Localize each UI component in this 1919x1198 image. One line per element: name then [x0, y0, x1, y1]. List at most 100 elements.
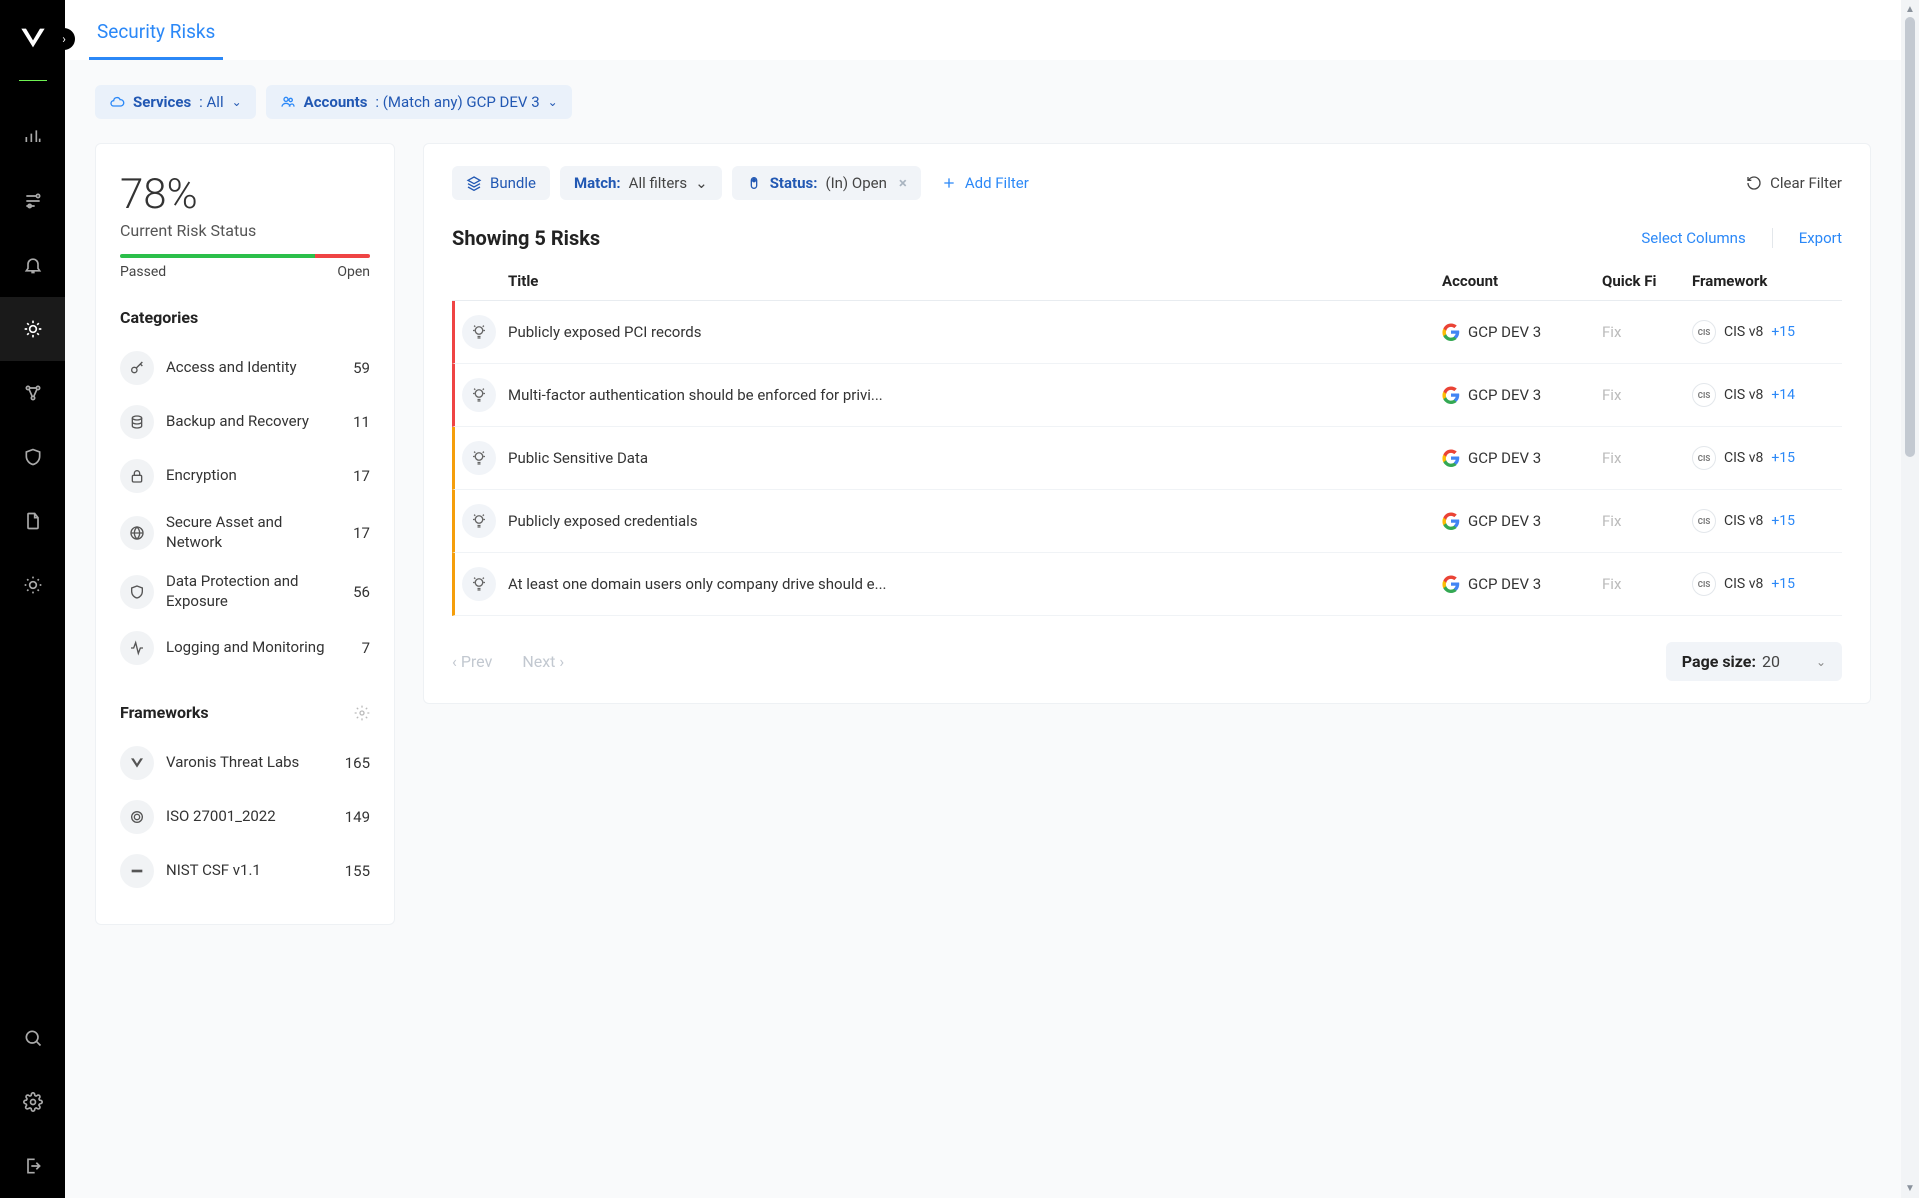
- bulb-icon: [462, 504, 496, 538]
- page-size-value: 20: [1762, 652, 1780, 671]
- risk-status-bar: [120, 254, 370, 258]
- varonis-icon: [120, 746, 154, 780]
- column-title[interactable]: Title: [508, 272, 1442, 290]
- clear-filter-button[interactable]: Clear Filter: [1746, 174, 1842, 192]
- column-account[interactable]: Account: [1442, 272, 1602, 290]
- row-framework: CIS CIS v8 +15: [1692, 320, 1842, 344]
- framework-more[interactable]: +15: [1771, 450, 1795, 466]
- column-framework[interactable]: Framework: [1692, 272, 1842, 290]
- add-filter-button[interactable]: Add Filter: [931, 166, 1039, 200]
- plus-icon: [941, 175, 957, 191]
- framework-item[interactable]: Varonis Threat Labs 165: [120, 736, 370, 790]
- scroll-up-arrow[interactable]: ▲: [1905, 4, 1915, 15]
- table-row[interactable]: Public Sensitive Data GCP DEV 3 Fix CIS …: [452, 427, 1842, 490]
- category-item[interactable]: Access and Identity 59: [120, 341, 370, 395]
- category-count: 11: [353, 413, 370, 431]
- framework-more[interactable]: +14: [1771, 387, 1795, 403]
- frameworks-header: Frameworks: [120, 703, 370, 722]
- framework-more[interactable]: +15: [1771, 576, 1795, 592]
- layers-icon: [466, 175, 482, 191]
- results-toolbar: Bundle Match: All filters ⌄ Status: (In)…: [452, 166, 1842, 200]
- row-title: Multi-factor authentication should be en…: [508, 386, 1442, 404]
- category-item[interactable]: Encryption 17: [120, 449, 370, 503]
- scroll-thumb[interactable]: [1905, 17, 1915, 457]
- filter-services-value: : All: [199, 93, 223, 111]
- filter-services-label: Services: [133, 93, 191, 111]
- chevron-down-icon: ⌄: [232, 95, 242, 109]
- nav-item-settings[interactable]: [0, 1070, 65, 1134]
- nav-item-shield[interactable]: [0, 425, 65, 489]
- category-item[interactable]: Logging and Monitoring 7: [120, 621, 370, 675]
- status-filter-pill[interactable]: Status: (In) Open ×: [732, 166, 921, 200]
- framework-count: 155: [345, 862, 370, 880]
- expand-nav-button[interactable]: ›: [53, 28, 75, 50]
- nav-item-search[interactable]: [0, 1006, 65, 1070]
- prev-button[interactable]: ‹ Prev: [452, 652, 492, 671]
- quick-fix-button[interactable]: Fix: [1602, 512, 1692, 530]
- category-item[interactable]: Data Protection and Exposure 56: [120, 562, 370, 621]
- table-row[interactable]: Multi-factor authentication should be en…: [452, 364, 1842, 427]
- nav-rail: ›: [0, 0, 65, 1198]
- category-item[interactable]: Backup and Recovery 11: [120, 395, 370, 449]
- legend-passed: Passed: [120, 264, 166, 280]
- results-panel: Bundle Match: All filters ⌄ Status: (In)…: [423, 143, 1871, 704]
- categories-header: Categories: [120, 308, 370, 327]
- nav-item-alerts[interactable]: [0, 233, 65, 297]
- table-row[interactable]: Publicly exposed credentials GCP DEV 3 F…: [452, 490, 1842, 553]
- cloud-icon: [109, 94, 125, 110]
- table-row[interactable]: Publicly exposed PCI records GCP DEV 3 F…: [452, 301, 1842, 364]
- undo-icon: [1746, 175, 1762, 191]
- filter-chips-row: Services : All ⌄ Accounts: (Match any) GC…: [95, 85, 1871, 119]
- framework-more[interactable]: +15: [1771, 324, 1795, 340]
- nav-item-logout[interactable]: [0, 1134, 65, 1198]
- category-item[interactable]: Secure Asset and Network 17: [120, 503, 370, 562]
- status-icon: [746, 175, 762, 191]
- filter-chip-accounts[interactable]: Accounts: (Match any) GCP DEV 3 ⌄: [266, 85, 572, 119]
- framework-name: CIS v8: [1724, 576, 1763, 592]
- quick-fix-button[interactable]: Fix: [1602, 323, 1692, 341]
- remove-filter-icon[interactable]: ×: [899, 174, 907, 192]
- nav-item-sun[interactable]: [0, 553, 65, 617]
- next-button[interactable]: Next ›: [522, 652, 564, 671]
- scroll-down-arrow[interactable]: ▼: [1905, 1183, 1915, 1194]
- bulb-icon: [462, 315, 496, 349]
- nav-item-graph[interactable]: [0, 361, 65, 425]
- results-heading: Showing 5 Risks: [452, 226, 600, 250]
- framework-count: 165: [345, 754, 370, 772]
- bundle-button[interactable]: Bundle: [452, 166, 550, 200]
- iso-icon: [120, 800, 154, 834]
- quick-fix-button[interactable]: Fix: [1602, 449, 1692, 467]
- select-columns-link[interactable]: Select Columns: [1641, 229, 1745, 247]
- column-quickfix[interactable]: Quick Fi: [1602, 272, 1692, 290]
- nav-item-analytics[interactable]: [0, 105, 65, 169]
- cis-badge-icon: CIS: [1692, 509, 1716, 533]
- filter-chip-services[interactable]: Services : All ⌄: [95, 85, 256, 119]
- framework-item[interactable]: ISO 27001_2022 149: [120, 790, 370, 844]
- status-value: (In) Open: [825, 174, 886, 192]
- framework-more[interactable]: +15: [1771, 513, 1795, 529]
- cis-badge-icon: CIS: [1692, 446, 1716, 470]
- quick-fix-button[interactable]: Fix: [1602, 386, 1692, 404]
- tab-security-risks[interactable]: Security Risks: [89, 0, 223, 60]
- row-title: At least one domain users only company d…: [508, 575, 1442, 593]
- table-row[interactable]: At least one domain users only company d…: [452, 553, 1842, 616]
- clear-filter-label: Clear Filter: [1770, 174, 1842, 192]
- row-title: Publicly exposed PCI records: [508, 323, 1442, 341]
- quick-fix-button[interactable]: Fix: [1602, 575, 1692, 593]
- match-filter-pill[interactable]: Match: All filters ⌄: [560, 166, 722, 200]
- row-account: GCP DEV 3: [1442, 386, 1602, 404]
- scrollbar[interactable]: ▲ ▼: [1901, 0, 1919, 1198]
- risk-bar-open: [315, 254, 370, 258]
- nav-item-risks[interactable]: [0, 297, 65, 361]
- category-label: Logging and Monitoring: [166, 638, 350, 658]
- export-link[interactable]: Export: [1799, 229, 1842, 247]
- nav-item-document[interactable]: [0, 489, 65, 553]
- nav-item-settings-list[interactable]: [0, 169, 65, 233]
- row-title: Publicly exposed credentials: [508, 512, 1442, 530]
- users-icon: [280, 94, 296, 110]
- gear-icon[interactable]: [354, 705, 370, 721]
- framework-label: ISO 27001_2022: [166, 807, 333, 827]
- framework-item[interactable]: NIST CSF v1.1 155: [120, 844, 370, 898]
- row-title: Public Sensitive Data: [508, 449, 1442, 467]
- page-size-selector[interactable]: Page size: 20 ⌄: [1666, 642, 1842, 681]
